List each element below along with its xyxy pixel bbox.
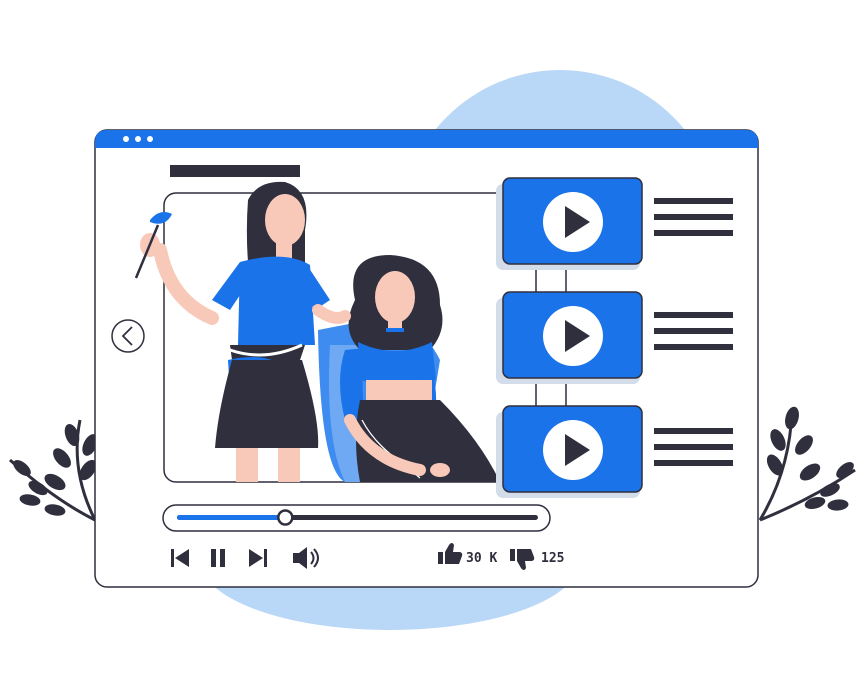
previous-arrow-button[interactable] [111, 319, 145, 353]
playlist-text-line [654, 344, 733, 350]
window-dot-2[interactable] [135, 136, 141, 142]
progress-bar[interactable] [162, 504, 551, 532]
video-title-placeholder [170, 165, 300, 177]
window-dot-1[interactable] [123, 136, 129, 142]
playlist-text-line [654, 444, 733, 450]
skip-back-icon [171, 549, 174, 567]
pause-icon [211, 549, 216, 567]
title-bar [95, 130, 758, 148]
like-count: 30 K [466, 551, 497, 566]
dislike-count: 125 [541, 551, 564, 566]
progress-fill [177, 515, 286, 520]
playlist-text-line [654, 460, 733, 466]
playlist-text-line [654, 198, 733, 204]
left-plant-decoration [9, 419, 98, 522]
right-plant-decoration [758, 406, 856, 522]
playlist-text-line [654, 428, 733, 434]
progress-thumb[interactable] [277, 509, 294, 526]
video-player-illustration: 30 K 125 [9, 70, 856, 630]
playlist-text-line [654, 214, 733, 220]
playlist-text-line [654, 312, 733, 318]
playlist-text-line [654, 230, 733, 236]
playlist-text-line [654, 328, 733, 334]
window-dot-3[interactable] [147, 136, 153, 142]
